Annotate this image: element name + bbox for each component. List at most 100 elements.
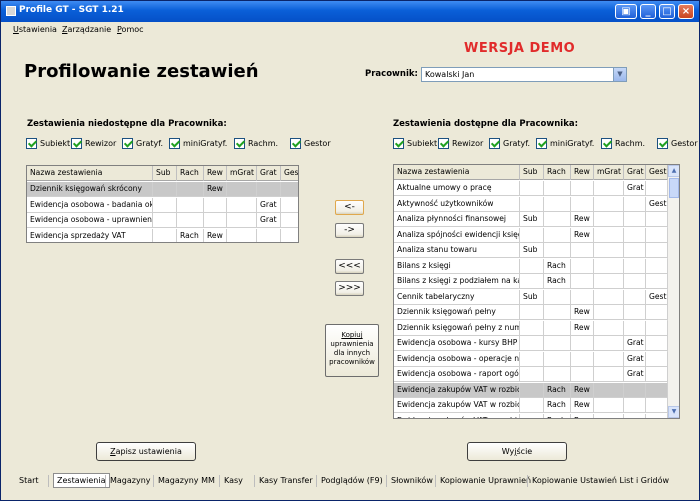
title-bar: Profile GT - SGT 1.21 ▣ _ □ × (1, 1, 699, 22)
menu-pomoc[interactable]: Pomoc (117, 25, 144, 34)
table-cell: Dziennik księgowań pełny z nume... (394, 320, 520, 336)
column-header[interactable]: Grat (257, 166, 281, 181)
maximize-button[interactable]: □ (659, 4, 675, 19)
table-row[interactable]: Dziennik księgowań skrócony Rew (27, 182, 298, 197)
tab-kasy-transfer[interactable]: Kasy Transfer (259, 476, 313, 485)
tab-magazyny[interactable]: Magazyny (110, 476, 151, 485)
table-row[interactable]: Ewidencja zakupów VAT w rozbici... RachRe… (394, 398, 668, 413)
table-row[interactable]: Analiza płynności finansowej Sub Rew (394, 212, 668, 227)
available-filter-gestor[interactable]: Gestor (657, 137, 698, 149)
available-filter-gratyf[interactable]: Gratyf. (489, 137, 530, 149)
checkbox-checked-icon[interactable] (71, 137, 82, 149)
table-row[interactable]: Analiza stanu towaru Sub (394, 243, 668, 258)
table-row[interactable]: Dziennik księgowań pełny Rew (394, 305, 668, 320)
move-all-right-button[interactable]: >>> (335, 281, 364, 296)
table-cell (624, 413, 646, 418)
tab-podgl-d-w-f9[interactable]: Podglądów (F9) (321, 476, 383, 485)
menu-ustawienia[interactable]: Ustawienia (13, 25, 57, 34)
table-cell: Bilans z księgi (394, 258, 520, 274)
table-row[interactable]: Ewidencja zakupów VAT w rozbici... RachRe… (394, 382, 668, 398)
scroll-up-icon[interactable]: ▲ (668, 165, 679, 177)
column-header[interactable]: Sub (153, 166, 177, 181)
checkbox-checked-icon[interactable] (489, 137, 500, 149)
table-row[interactable]: Ewidencja zakupów VAT w rozbici... RachRe… (394, 413, 668, 418)
minimize-button[interactable]: _ (640, 4, 656, 19)
table-cell: Rach (544, 398, 571, 413)
table-cell (544, 181, 571, 196)
checkbox-checked-icon[interactable] (234, 137, 245, 149)
table-row[interactable]: Bilans z księgi z podziałem na kat... Rac… (394, 274, 668, 289)
table-row[interactable]: Ewidencja osobowa - operacje na ... Grat (394, 351, 668, 367)
save-settings-button[interactable]: Zapisz ustawienia (96, 442, 196, 461)
table-row[interactable]: Cennik tabelaryczny Sub Gest (394, 289, 668, 305)
menu-zarzadzanie[interactable]: Zarządzanie (62, 25, 111, 34)
checkbox-checked-icon[interactable] (393, 137, 404, 149)
exit-button[interactable]: Wyjście (467, 442, 567, 461)
tab-kopiowanie-ustawie-list-i-grid-w[interactable]: Kopiowanie Ustawień List i Gridów (532, 476, 669, 485)
table-row[interactable]: Dziennik księgowań pełny z nume... Rew (394, 320, 668, 336)
checkbox-checked-icon[interactable] (601, 137, 612, 149)
scroll-thumb[interactable] (669, 178, 679, 198)
copy-permissions-button[interactable]: Kopiuj uprawnienia dla innych pracownikó… (325, 324, 379, 377)
move-left-button[interactable]: <- (335, 200, 364, 215)
available-filter-subiekt[interactable]: Subiekt (393, 137, 437, 149)
column-header[interactable]: Rew (204, 166, 227, 181)
table-cell (520, 258, 544, 274)
tab-s-ownik-w[interactable]: Słowników (391, 476, 433, 485)
checkbox-checked-icon[interactable] (657, 137, 668, 149)
column-header[interactable]: Rach (177, 166, 204, 181)
checkbox-checked-icon[interactable] (438, 137, 449, 149)
unavailable-grid[interactable]: Nazwa zestawieniaSubRachRewmGratGratGest… (26, 165, 299, 243)
table-row[interactable]: Ewidencja osobowa - badania okr... Grat (27, 197, 298, 213)
scroll-down-icon[interactable]: ▼ (668, 406, 679, 418)
column-header[interactable]: mGrat (594, 165, 624, 180)
help-icon[interactable]: ▣ (615, 4, 637, 19)
available-grid[interactable]: ▲ ▼ Nazwa zestawienia Sub Rach Rew mGrat Grat… (393, 164, 680, 419)
move-all-left-button[interactable]: <<< (335, 259, 364, 274)
tab-magazyny-mm[interactable]: Magazyny MM (158, 476, 215, 485)
table-row[interactable]: Ewidencja osobowa - uprawnienia Grat (27, 213, 298, 228)
table-row[interactable]: Aktualne umowy o pracę Grat (394, 181, 668, 196)
checkbox-checked-icon[interactable] (122, 137, 133, 149)
unavailable-filter-gestor[interactable]: Gestor (290, 137, 331, 149)
table-cell (520, 196, 544, 212)
table-row[interactable]: Analiza spójności ewidencji księgo... Rew (394, 227, 668, 243)
column-header[interactable]: Nazwa zestawienia (27, 166, 153, 181)
table-cell: Rew (571, 398, 594, 413)
available-filter-minigratyf[interactable]: miniGratyf. (536, 137, 594, 149)
unavailable-filter-rachm[interactable]: Rachm. (234, 137, 278, 149)
column-header[interactable]: Nazwa zestawienia (394, 165, 520, 180)
checkbox-checked-icon[interactable] (290, 137, 301, 149)
table-row[interactable]: Ewidencja osobowa - raport ogólny Grat (394, 367, 668, 382)
table-row[interactable]: Ewidencja osobowa - kursy BHP Grat (394, 336, 668, 351)
column-header[interactable]: Sub (520, 165, 544, 180)
column-header[interactable]: mGrat (227, 166, 257, 181)
unavailable-filter-minigratyf[interactable]: miniGratyf. (169, 137, 227, 149)
table-cell (594, 212, 624, 227)
tab-kasy[interactable]: Kasy (224, 476, 243, 485)
column-header[interactable]: Rach (544, 165, 571, 180)
chevron-down-icon[interactable]: ▼ (613, 68, 626, 81)
unavailable-filter-subiekt[interactable]: Subiekt (26, 137, 70, 149)
column-header[interactable]: Gest (281, 166, 298, 181)
column-header[interactable]: Rew (571, 165, 594, 180)
unavailable-filter-rewizor[interactable]: Rewizor (71, 137, 116, 149)
table-row[interactable]: Aktywność użytkowników Gest (394, 196, 668, 212)
close-button[interactable]: × (678, 4, 694, 19)
available-filter-rachm[interactable]: Rachm. (601, 137, 645, 149)
checkbox-checked-icon[interactable] (536, 137, 547, 149)
employee-select[interactable]: Kowalski Jan ▼ (421, 67, 627, 82)
checkbox-checked-icon[interactable] (26, 137, 37, 149)
column-header[interactable]: Grat (624, 165, 646, 180)
unavailable-filter-gratyf[interactable]: Gratyf. (122, 137, 163, 149)
tab-start[interactable]: Start (19, 476, 39, 485)
tab-zestawienia[interactable]: Zestawienia (53, 473, 110, 488)
table-row[interactable]: Ewidencja sprzedaży VAT Rach Rew (27, 228, 298, 242)
tab-kopiowanie-uprawnie[interactable]: Kopiowanie Uprawnień (440, 476, 531, 485)
column-header[interactable]: Gest (646, 165, 668, 180)
move-right-button[interactable]: -> (335, 223, 364, 238)
table-row[interactable]: Bilans z księgi Rach (394, 258, 668, 274)
available-filter-rewizor[interactable]: Rewizor (438, 137, 483, 149)
vertical-scrollbar[interactable]: ▲ ▼ (667, 165, 679, 418)
checkbox-checked-icon[interactable] (169, 137, 180, 149)
